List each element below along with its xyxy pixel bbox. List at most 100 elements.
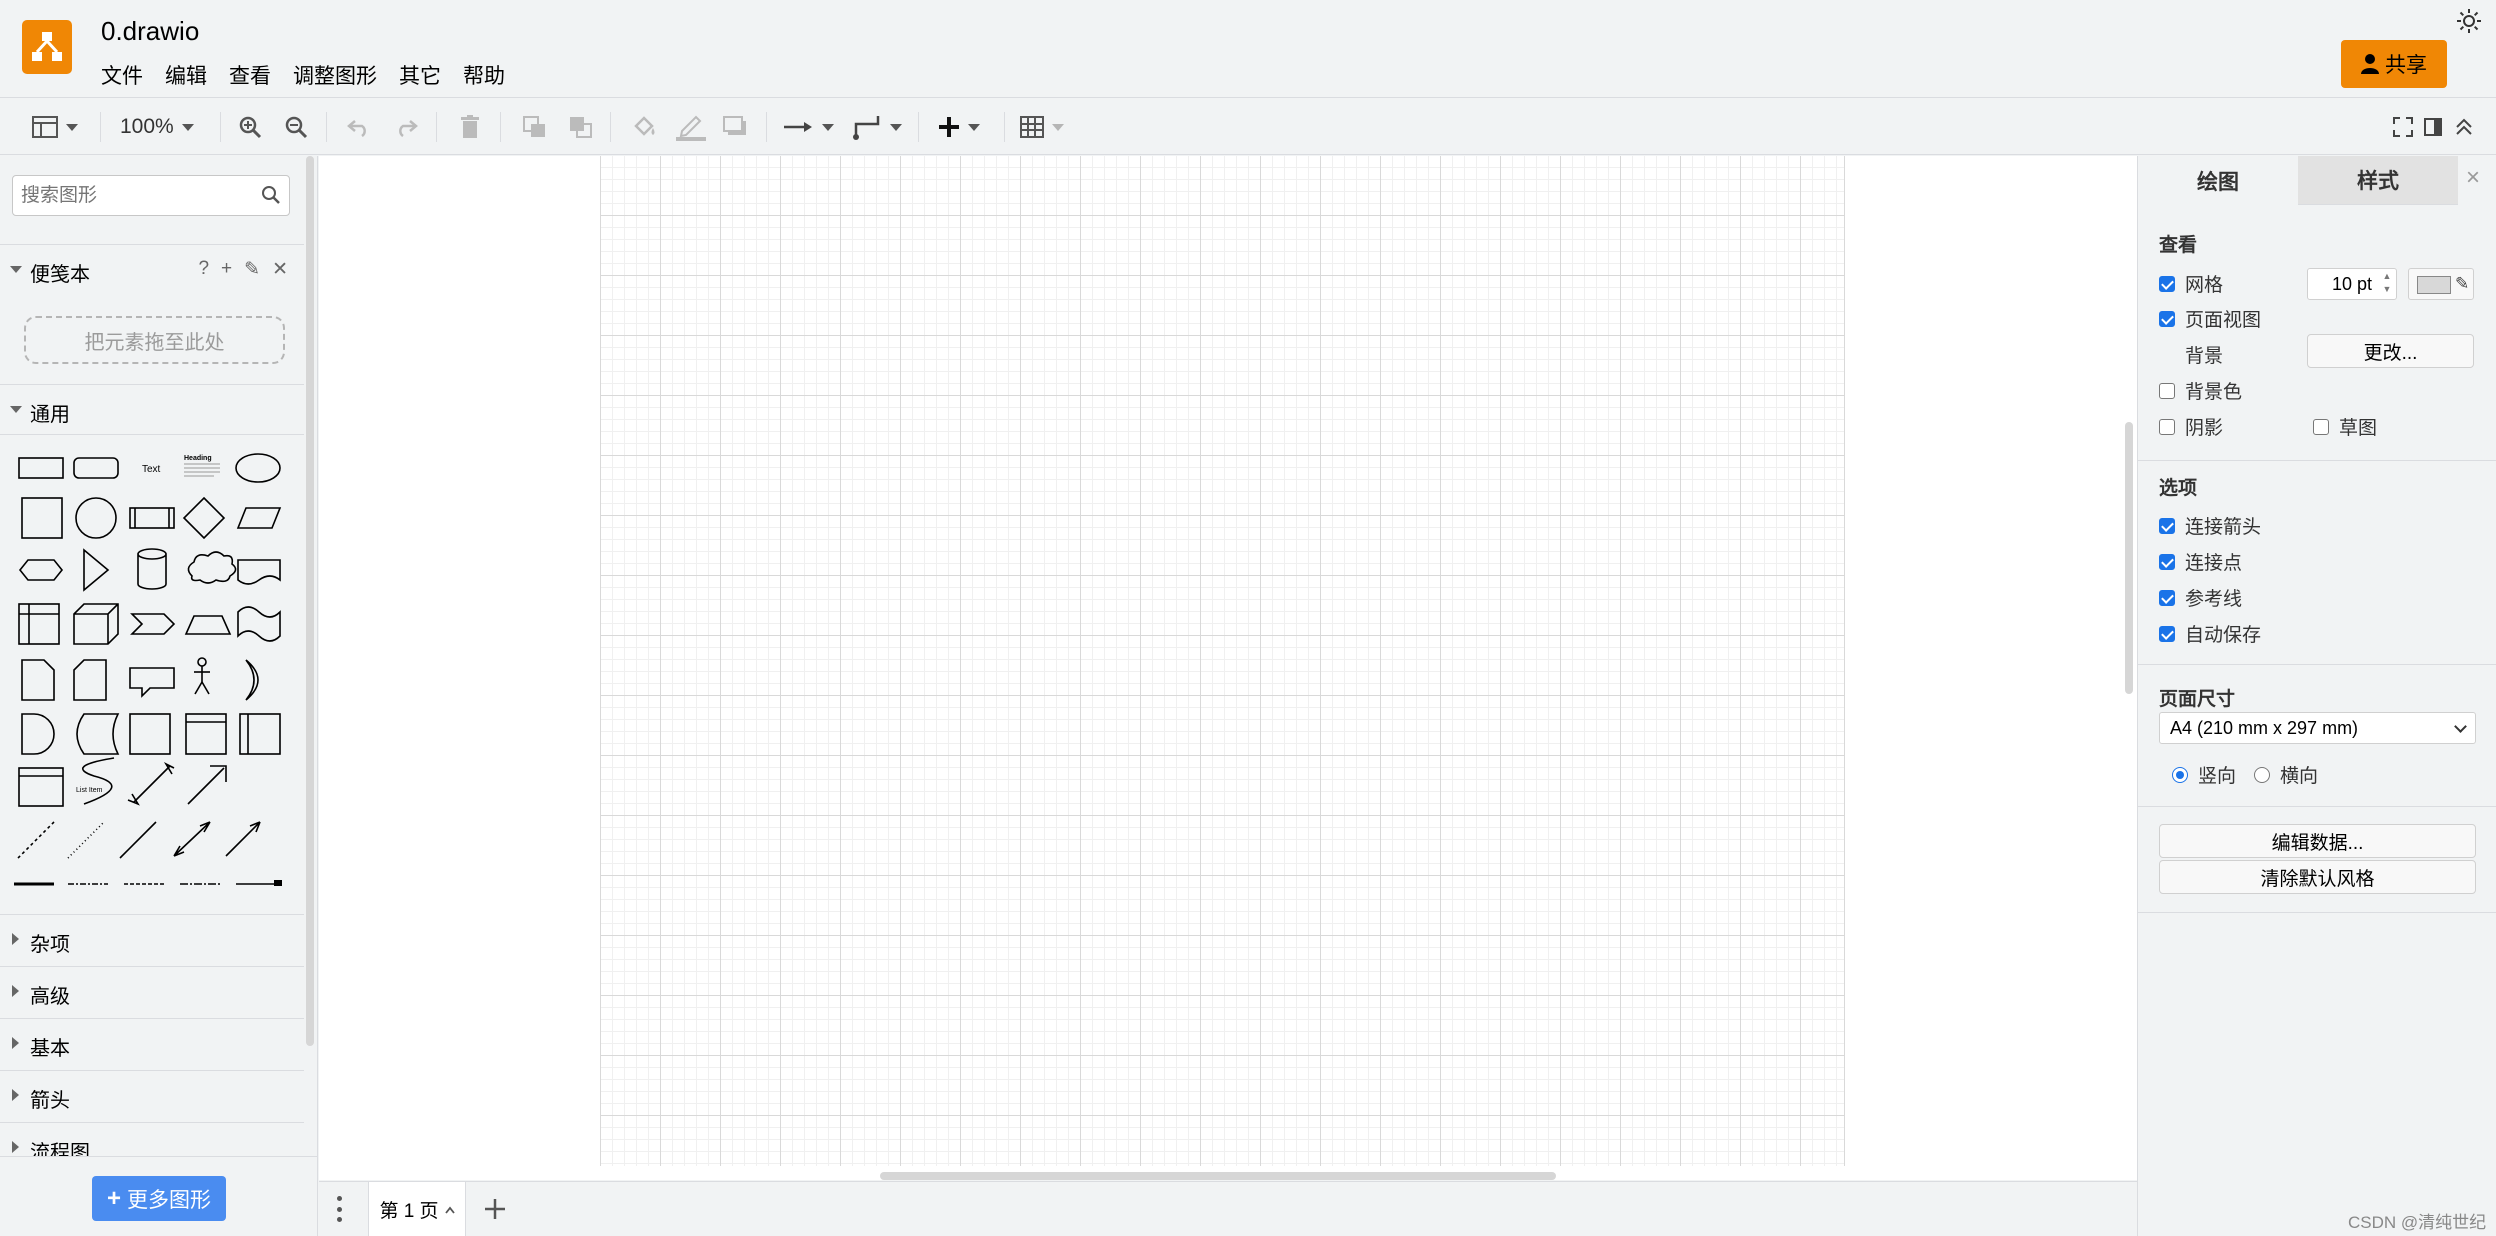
section-basic[interactable]: 基本 [0,1018,304,1068]
clear-default-style-button[interactable]: 清除默认风格 [2159,860,2476,894]
fullscreen-button[interactable] [2393,112,2413,142]
theme-sun-icon[interactable] [2456,8,2482,34]
shape-or[interactable] [245,659,259,701]
help-icon[interactable]: ? [198,258,209,281]
shadow-button[interactable] [722,112,748,142]
sketch-checkbox[interactable] [2313,418,2329,435]
table-dropdown[interactable] [1020,112,1064,142]
tab-style[interactable]: 样式 [2298,156,2458,205]
menu-extras[interactable]: 其它 [399,60,441,90]
portrait-radio[interactable] [2172,766,2188,783]
connection-arrows-option[interactable]: 连接箭头 [2159,512,2261,539]
connection-arrows-checkbox[interactable] [2159,517,2175,534]
more-shapes-button[interactable]: + 更多图形 [92,1176,226,1221]
document-title[interactable]: 0.drawio [101,16,199,47]
general-section-header[interactable]: 通用 [0,384,304,434]
shape-note[interactable] [21,659,55,701]
shape-card[interactable] [73,659,107,701]
shape-bidirectional-arrow[interactable] [127,762,175,806]
shape-vertical-container[interactable] [239,713,281,755]
shape-actor[interactable] [197,657,207,667]
menu-view[interactable]: 查看 [229,60,271,90]
redo-button[interactable] [394,112,418,142]
guides-checkbox[interactable] [2159,589,2175,606]
chevron-up-icon[interactable] [444,1206,455,1214]
waypoints-dropdown[interactable] [852,112,902,142]
shape-delay[interactable] [21,713,55,755]
background-color-checkbox[interactable] [2159,382,2175,399]
zoom-in-button[interactable] [238,112,262,142]
zoom-dropdown[interactable]: 100% [120,112,194,142]
section-arrows[interactable]: 箭头 [0,1070,304,1120]
shape-arrow[interactable] [187,765,227,805]
shape-document[interactable] [237,559,281,585]
shape-circle[interactable] [75,497,117,539]
shape-list-item[interactable]: List Item [76,787,103,794]
grid-option[interactable]: 网格 [2159,270,2223,297]
shape-rectangle[interactable] [18,457,64,479]
scratchpad-drop-zone[interactable]: 把元素拖至此处 [24,316,285,364]
tab-page-1[interactable]: 第 1 页 [368,1182,466,1236]
fill-color-button[interactable] [632,112,658,142]
landscape-option[interactable]: 横向 [2254,761,2318,788]
background-color-option[interactable]: 背景色 [2159,377,2242,404]
menu-help[interactable]: 帮助 [463,60,505,90]
shape-line[interactable] [119,821,157,859]
shape-process[interactable] [129,507,175,529]
shape-ellipse[interactable] [235,453,281,483]
drawio-logo[interactable] [22,20,72,74]
share-button[interactable]: 共享 [2341,40,2447,88]
menu-edit[interactable]: 编辑 [165,60,207,90]
shape-diamond[interactable] [182,496,226,540]
close-icon[interactable]: ✕ [272,258,288,281]
grid-size-stepper[interactable]: ▲ ▼ [2380,270,2394,298]
shape-triangle[interactable] [83,548,110,592]
tab-diagram[interactable]: 绘图 [2138,156,2298,205]
line-color-button[interactable] [676,112,706,142]
autosave-checkbox[interactable] [2159,625,2175,642]
diagram-page[interactable] [600,156,1845,1166]
menu-arrange[interactable]: 调整图形 [293,60,377,90]
shape-display[interactable] [76,713,120,755]
page-view-option[interactable]: 页面视图 [2159,305,2261,332]
scratchpad-header[interactable]: 便笺本 ? + ✎ ✕ [0,244,304,294]
shape-trapezoid[interactable] [184,615,232,635]
undo-button[interactable] [347,112,371,142]
diagram-canvas[interactable] [319,156,2137,1180]
shape-cloud[interactable] [187,551,237,584]
shape-cube[interactable] [73,603,119,645]
shape-step[interactable] [130,613,176,635]
collapse-button[interactable] [2454,112,2474,142]
canvas-horizontal-scrollbar[interactable] [880,1172,1556,1180]
insert-dropdown[interactable] [938,112,980,142]
shape-rounded-rectangle[interactable] [73,457,119,479]
section-flowchart[interactable]: 流程图 [0,1122,304,1156]
shape-bidirectional-connector[interactable] [173,821,211,857]
shape-curve[interactable] [81,757,115,805]
add-icon[interactable]: + [221,258,232,281]
search-icon[interactable] [261,185,281,205]
shape-cylinder[interactable] [137,548,167,590]
page-view-checkbox[interactable] [2159,310,2175,327]
connection-dropdown[interactable] [784,112,834,142]
connection-points-option[interactable]: 连接点 [2159,548,2242,575]
shadow-checkbox[interactable] [2159,418,2175,435]
zoom-out-button[interactable] [284,112,308,142]
grid-checkbox[interactable] [2159,275,2175,292]
shape-container[interactable] [129,713,171,755]
shape-internal-storage[interactable] [18,603,60,645]
to-front-button[interactable] [522,112,548,142]
shape-heading[interactable]: Heading [184,455,212,462]
shape-text[interactable]: Text [142,464,161,475]
shape-swimlane[interactable] [185,713,227,755]
portrait-option[interactable]: 竖向 [2172,761,2236,788]
shape-dotted-line[interactable] [67,821,105,859]
change-background-button[interactable]: 更改... [2307,334,2474,368]
edit-icon[interactable]: ✎ [244,258,260,281]
delete-button[interactable] [460,112,480,142]
page-size-select[interactable]: A4 (210 mm x 297 mm) [2159,712,2476,744]
view-button[interactable] [32,112,78,142]
menu-file[interactable]: 文件 [101,60,143,90]
shape-parallelogram[interactable] [236,507,282,529]
shape-hexagon[interactable] [18,559,64,581]
